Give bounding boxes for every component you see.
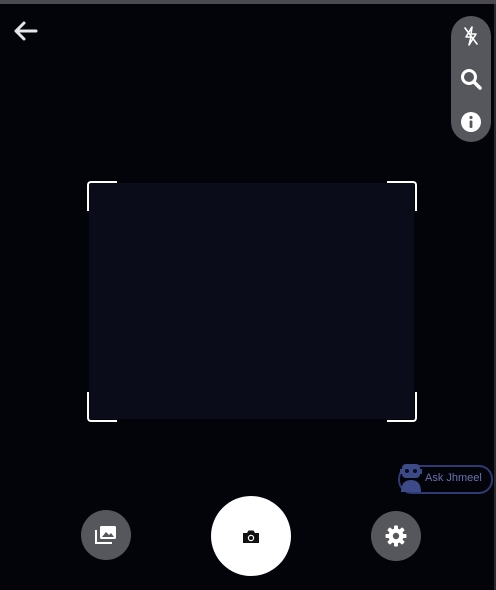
scan-corner-top-left xyxy=(87,181,117,211)
gallery-button[interactable] xyxy=(81,510,131,560)
back-button[interactable] xyxy=(12,18,40,44)
flash-off-icon xyxy=(464,26,478,46)
info-button[interactable] xyxy=(451,102,491,142)
arrow-left-icon xyxy=(14,21,38,41)
scan-corner-top-right xyxy=(387,181,417,211)
flash-toggle-button[interactable] xyxy=(451,16,491,56)
search-button[interactable] xyxy=(451,59,491,99)
scan-area xyxy=(89,183,414,419)
settings-button[interactable] xyxy=(371,511,421,561)
camera-icon xyxy=(243,530,259,543)
search-icon xyxy=(461,69,482,90)
gear-icon xyxy=(385,525,407,547)
ask-assistant-label: Ask Jhmeel xyxy=(425,472,482,484)
side-toolbar xyxy=(451,16,491,142)
capture-button[interactable] xyxy=(211,496,291,576)
scan-corner-bottom-right xyxy=(387,392,417,422)
robot-icon xyxy=(400,464,422,492)
gallery-icon xyxy=(95,526,116,544)
info-icon xyxy=(461,112,481,132)
ask-assistant-button[interactable]: Ask Jhmeel xyxy=(398,464,493,494)
scan-corner-bottom-left xyxy=(87,392,117,422)
